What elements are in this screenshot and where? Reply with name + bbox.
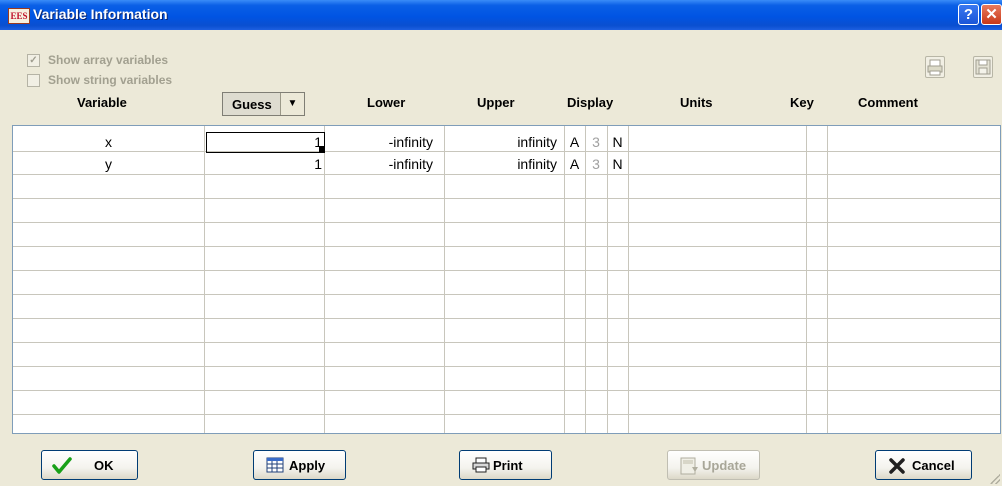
- window-title: Variable Information: [33, 6, 168, 22]
- variable-grid[interactable]: x 1 -infinity infinity A 3 N y 1 -infini…: [12, 125, 1001, 434]
- upper-cell[interactable]: infinity: [444, 131, 557, 153]
- save-icon: [975, 59, 991, 75]
- show-array-variables-label: Show array variables: [48, 53, 169, 67]
- print-button[interactable]: Print: [459, 450, 552, 480]
- checkmark-icon: [52, 457, 72, 474]
- display-format-cell[interactable]: A: [564, 131, 585, 153]
- column-header-lower: Lower: [367, 95, 406, 110]
- dropdown-arrow-icon: ▼: [280, 93, 304, 115]
- ees-app-icon: EES: [8, 8, 30, 24]
- show-array-variables-checkbox[interactable]: ✓ Show array variables: [27, 53, 277, 69]
- save-table-button[interactable]: [973, 56, 993, 78]
- ok-button-label: OK: [94, 458, 114, 473]
- grid-divider: [628, 126, 629, 433]
- grid-divider: [13, 294, 1000, 295]
- print-button-label: Print: [493, 458, 523, 473]
- guess-cell[interactable]: 1: [204, 153, 322, 175]
- title-bar[interactable]: EES Variable Information ? ✕: [0, 0, 1002, 30]
- grid-divider: [13, 366, 1000, 367]
- upper-cell[interactable]: infinity: [444, 153, 557, 175]
- printer-icon: [472, 457, 490, 473]
- grid-divider: [13, 246, 1000, 247]
- display-notation-cell[interactable]: N: [607, 153, 628, 175]
- update-button-label: Update: [702, 458, 747, 473]
- column-header-units: Units: [680, 95, 713, 110]
- print-icon: [927, 59, 943, 76]
- show-string-variables-checkbox[interactable]: Show string variables: [27, 73, 277, 89]
- column-header-variable: Variable: [77, 95, 127, 110]
- variable-information-dialog: EES Variable Information ? ✕ ✓ Show arra…: [0, 0, 1002, 486]
- x-icon: [889, 458, 905, 474]
- grid-divider: [13, 198, 1000, 199]
- print-table-button[interactable]: [925, 56, 945, 78]
- grid-divider: [13, 270, 1000, 271]
- column-header-comment: Comment: [858, 95, 918, 110]
- table-icon: [266, 457, 284, 473]
- checkbox-unchecked-icon: [27, 74, 40, 87]
- display-format-cell[interactable]: A: [564, 153, 585, 175]
- variable-cell[interactable]: y: [13, 153, 204, 175]
- guess-dropdown-label: Guess: [232, 97, 272, 112]
- column-header-key: Key: [790, 95, 814, 110]
- grid-divider: [13, 222, 1000, 223]
- display-digits-cell[interactable]: 3: [585, 131, 607, 153]
- column-header-upper: Upper: [477, 95, 515, 110]
- update-button: Update: [667, 450, 760, 480]
- show-string-variables-label: Show string variables: [48, 73, 173, 87]
- active-cell-outline: [206, 132, 325, 153]
- grid-divider: [13, 414, 1000, 415]
- grid-divider: [806, 126, 807, 433]
- ok-button[interactable]: OK: [41, 450, 138, 480]
- apply-button[interactable]: Apply: [253, 450, 346, 480]
- update-icon: [680, 457, 698, 475]
- display-digits-cell[interactable]: 3: [585, 153, 607, 175]
- checkbox-checked-icon: ✓: [27, 54, 40, 67]
- guess-dropdown[interactable]: Guess ▼: [222, 92, 305, 116]
- grid-divider: [827, 126, 828, 433]
- grid-divider: [13, 342, 1000, 343]
- grid-divider: [13, 390, 1000, 391]
- apply-button-label: Apply: [289, 458, 326, 473]
- lower-cell[interactable]: -infinity: [324, 131, 433, 153]
- cancel-button[interactable]: Cancel: [875, 450, 972, 480]
- column-header-display: Display: [567, 95, 614, 110]
- grid-divider: [13, 318, 1000, 319]
- resize-grip[interactable]: [990, 474, 1000, 484]
- display-notation-cell[interactable]: N: [607, 131, 628, 153]
- help-icon[interactable]: ?: [958, 4, 979, 25]
- lower-cell[interactable]: -infinity: [324, 153, 433, 175]
- variable-cell[interactable]: x: [13, 131, 204, 153]
- close-icon[interactable]: ✕: [981, 4, 1002, 25]
- cancel-button-label: Cancel: [912, 458, 955, 473]
